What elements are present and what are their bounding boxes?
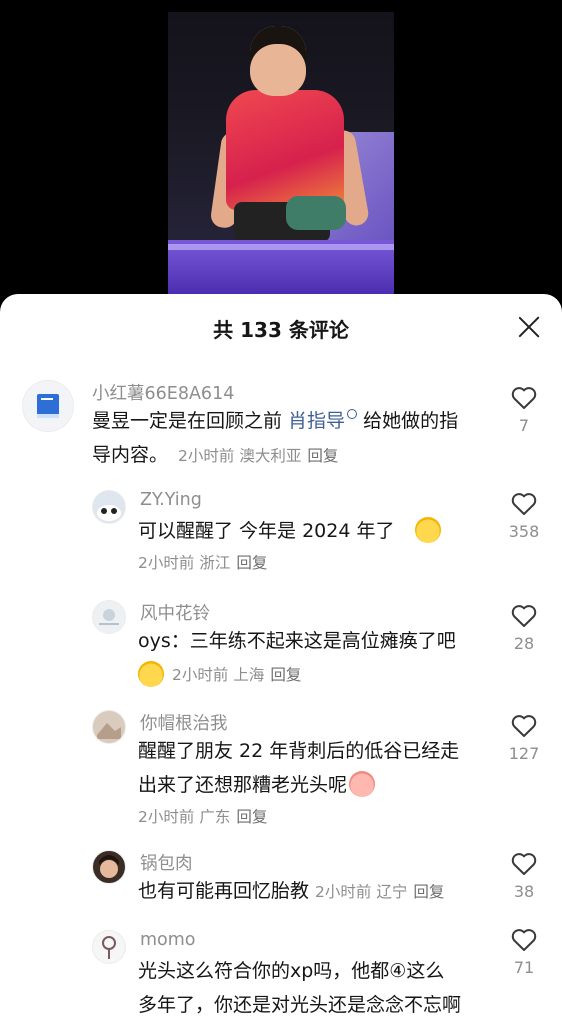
comment-time: 2小时前 bbox=[315, 883, 372, 901]
comment-item: 锅包肉 也有可能再回忆胎教 2小时前 辽宁 回复 38 bbox=[0, 848, 562, 918]
avatar[interactable] bbox=[92, 930, 126, 964]
avatar[interactable] bbox=[22, 380, 74, 432]
comment-time: 2小时前 bbox=[138, 554, 195, 572]
like-count: 28 bbox=[513, 634, 535, 653]
avatar[interactable] bbox=[92, 850, 126, 884]
mention-link[interactable]: 肖指导 bbox=[288, 410, 345, 432]
heart-outline-icon bbox=[511, 715, 537, 737]
comment-username[interactable]: momo bbox=[140, 930, 196, 950]
lollipop-avatar-icon bbox=[102, 936, 116, 959]
like-button[interactable]: 358 bbox=[504, 492, 544, 541]
comment-location: 浙江 bbox=[199, 554, 231, 572]
reply-button[interactable]: 回复 bbox=[413, 883, 444, 901]
heart-outline-icon bbox=[511, 853, 537, 875]
comments-header: 共 133 条评论 bbox=[0, 294, 562, 360]
comment-text: 也有可能再回忆胎教 2小时前 辽宁 回复 bbox=[138, 874, 498, 909]
like-count: 7 bbox=[518, 416, 530, 435]
comment-item: 风中花铃 oys：三年练不起来这是高位瘫痪了吧 2小时前 上海 回复 28 bbox=[0, 598, 562, 698]
comment-meta: 2小时前 上海 回复 bbox=[138, 660, 301, 690]
flower-avatar-icon bbox=[99, 609, 119, 625]
video-figure-head bbox=[250, 26, 306, 96]
comment-text-part: 给她做的指 bbox=[357, 410, 459, 432]
chick-emoji-icon bbox=[414, 516, 441, 543]
comment-username[interactable]: 你帽根治我 bbox=[140, 710, 228, 735]
avatar[interactable] bbox=[92, 490, 126, 524]
comment-text-part: 曼昱一定是在回顾之前 bbox=[92, 410, 289, 432]
like-button[interactable]: 7 bbox=[504, 386, 544, 435]
comments-title: 共 133 条评论 bbox=[213, 318, 349, 342]
comment-location: 澳大利亚 bbox=[239, 447, 302, 465]
reply-button[interactable]: 回复 bbox=[236, 808, 267, 826]
like-count: 71 bbox=[513, 958, 535, 977]
comment-text: oys：三年练不起来这是高位瘫痪了吧 bbox=[138, 630, 456, 652]
comment-time: 2小时前 bbox=[178, 447, 235, 465]
comment-meta: 2小时前 浙江 回复 bbox=[138, 548, 267, 578]
reply-button[interactable]: 回复 bbox=[307, 447, 338, 465]
comment-meta: 2小时前 澳大利亚 回复 bbox=[178, 447, 338, 465]
video-player[interactable] bbox=[0, 0, 562, 300]
comment-text-part: 光头这么符合你的xp吗，他都④这么 bbox=[138, 960, 445, 982]
reply-button[interactable]: 回复 bbox=[270, 666, 301, 684]
person-avatar-icon bbox=[99, 855, 119, 878]
comment-username[interactable]: 风中花铃 bbox=[140, 600, 210, 625]
avatar[interactable] bbox=[92, 600, 126, 634]
comment-text-part: 导内容。 bbox=[92, 444, 169, 466]
comment-text-part: 出来了还想那糟老光头呢 bbox=[138, 774, 348, 796]
comment-time: 2小时前 bbox=[172, 666, 229, 684]
comment-item: ZY.Ying 可以醒醒了 今年是 2024 年了 2小时前 浙江 回复 358 bbox=[0, 490, 562, 586]
comment-text-part: 也有可能再回忆胎教 bbox=[138, 880, 310, 902]
comment-location: 辽宁 bbox=[376, 883, 408, 901]
panda-avatar-icon bbox=[97, 505, 121, 521]
search-icon[interactable] bbox=[347, 409, 358, 419]
comment-item: momo 光头这么符合你的xp吗，他都④这么 多年了，你还是对光头还是念念不忘啊… bbox=[0, 928, 562, 1024]
video-net bbox=[168, 244, 394, 250]
heart-outline-icon bbox=[511, 929, 537, 951]
comment-item: 小红薯66E8A614 曼昱一定是在回顾之前 肖指导 给她做的指 导内容。 2小时… bbox=[0, 380, 562, 476]
like-count: 358 bbox=[508, 522, 540, 541]
reply-button[interactable]: 回复 bbox=[236, 554, 267, 572]
comment-text-part: 醒醒了朋友 22 年背刺后的低谷已经走 bbox=[138, 740, 460, 762]
book-avatar-icon bbox=[37, 394, 59, 418]
like-button[interactable]: 38 bbox=[504, 852, 544, 901]
comment-text: 醒醒了朋友 22 年背刺后的低谷已经走 出来了还想那糟老光头呢 bbox=[138, 734, 488, 802]
comment-text: 光头这么符合你的xp吗，他都④这么 多年了，你还是对光头还是念念不忘啊 bbox=[138, 954, 498, 1022]
heart-outline-icon bbox=[511, 493, 537, 515]
close-icon[interactable] bbox=[516, 314, 542, 340]
comment-username[interactable]: 锅包肉 bbox=[140, 850, 193, 875]
like-count: 38 bbox=[513, 882, 535, 901]
comment-username[interactable]: 小红薯66E8A614 bbox=[92, 380, 234, 405]
comment-item: 你帽根治我 醒醒了朋友 22 年背刺后的低谷已经走 出来了还想那糟老光头呢 2小… bbox=[0, 708, 562, 838]
comment-meta: 2小时前 广东 回复 bbox=[138, 802, 267, 832]
comment-location: 广东 bbox=[199, 808, 231, 826]
comment-text-part: 可以醒醒了 今年是 2024 年了 bbox=[138, 520, 395, 542]
like-button[interactable]: 28 bbox=[504, 604, 544, 653]
heart-outline-icon bbox=[511, 387, 537, 409]
comments-sheet: 共 133 条评论 小红薯66E8A614 曼昱一定是在回顾之前 肖指导 给她做… bbox=[0, 294, 562, 1024]
like-button[interactable]: 127 bbox=[504, 714, 544, 763]
comment-meta: 2小时前 辽宁 回复 bbox=[315, 883, 444, 901]
avatar[interactable] bbox=[92, 710, 126, 744]
video-towel bbox=[286, 196, 346, 230]
comment-username[interactable]: ZY.Ying bbox=[140, 490, 202, 510]
comment-time: 2小时前 bbox=[138, 808, 195, 826]
like-button[interactable]: 71 bbox=[504, 928, 544, 977]
video-figure-shirt bbox=[226, 90, 344, 210]
comment-text-part: 多年了，你还是对光头还是念念不忘啊 bbox=[138, 994, 462, 1016]
chick-emoji-icon bbox=[138, 660, 164, 687]
like-count: 127 bbox=[508, 744, 540, 763]
photo-avatar-icon bbox=[97, 723, 121, 739]
video-frame[interactable] bbox=[168, 12, 394, 294]
heart-outline-icon bbox=[511, 605, 537, 627]
peach-emoji-icon bbox=[349, 770, 376, 797]
comment-text: 曼昱一定是在回顾之前 肖指导 给她做的指 导内容。 2小时前 澳大利亚 回复 bbox=[92, 404, 492, 473]
comment-text: 可以醒醒了 今年是 2024 年了 bbox=[138, 514, 468, 548]
comment-location: 上海 bbox=[233, 666, 265, 684]
